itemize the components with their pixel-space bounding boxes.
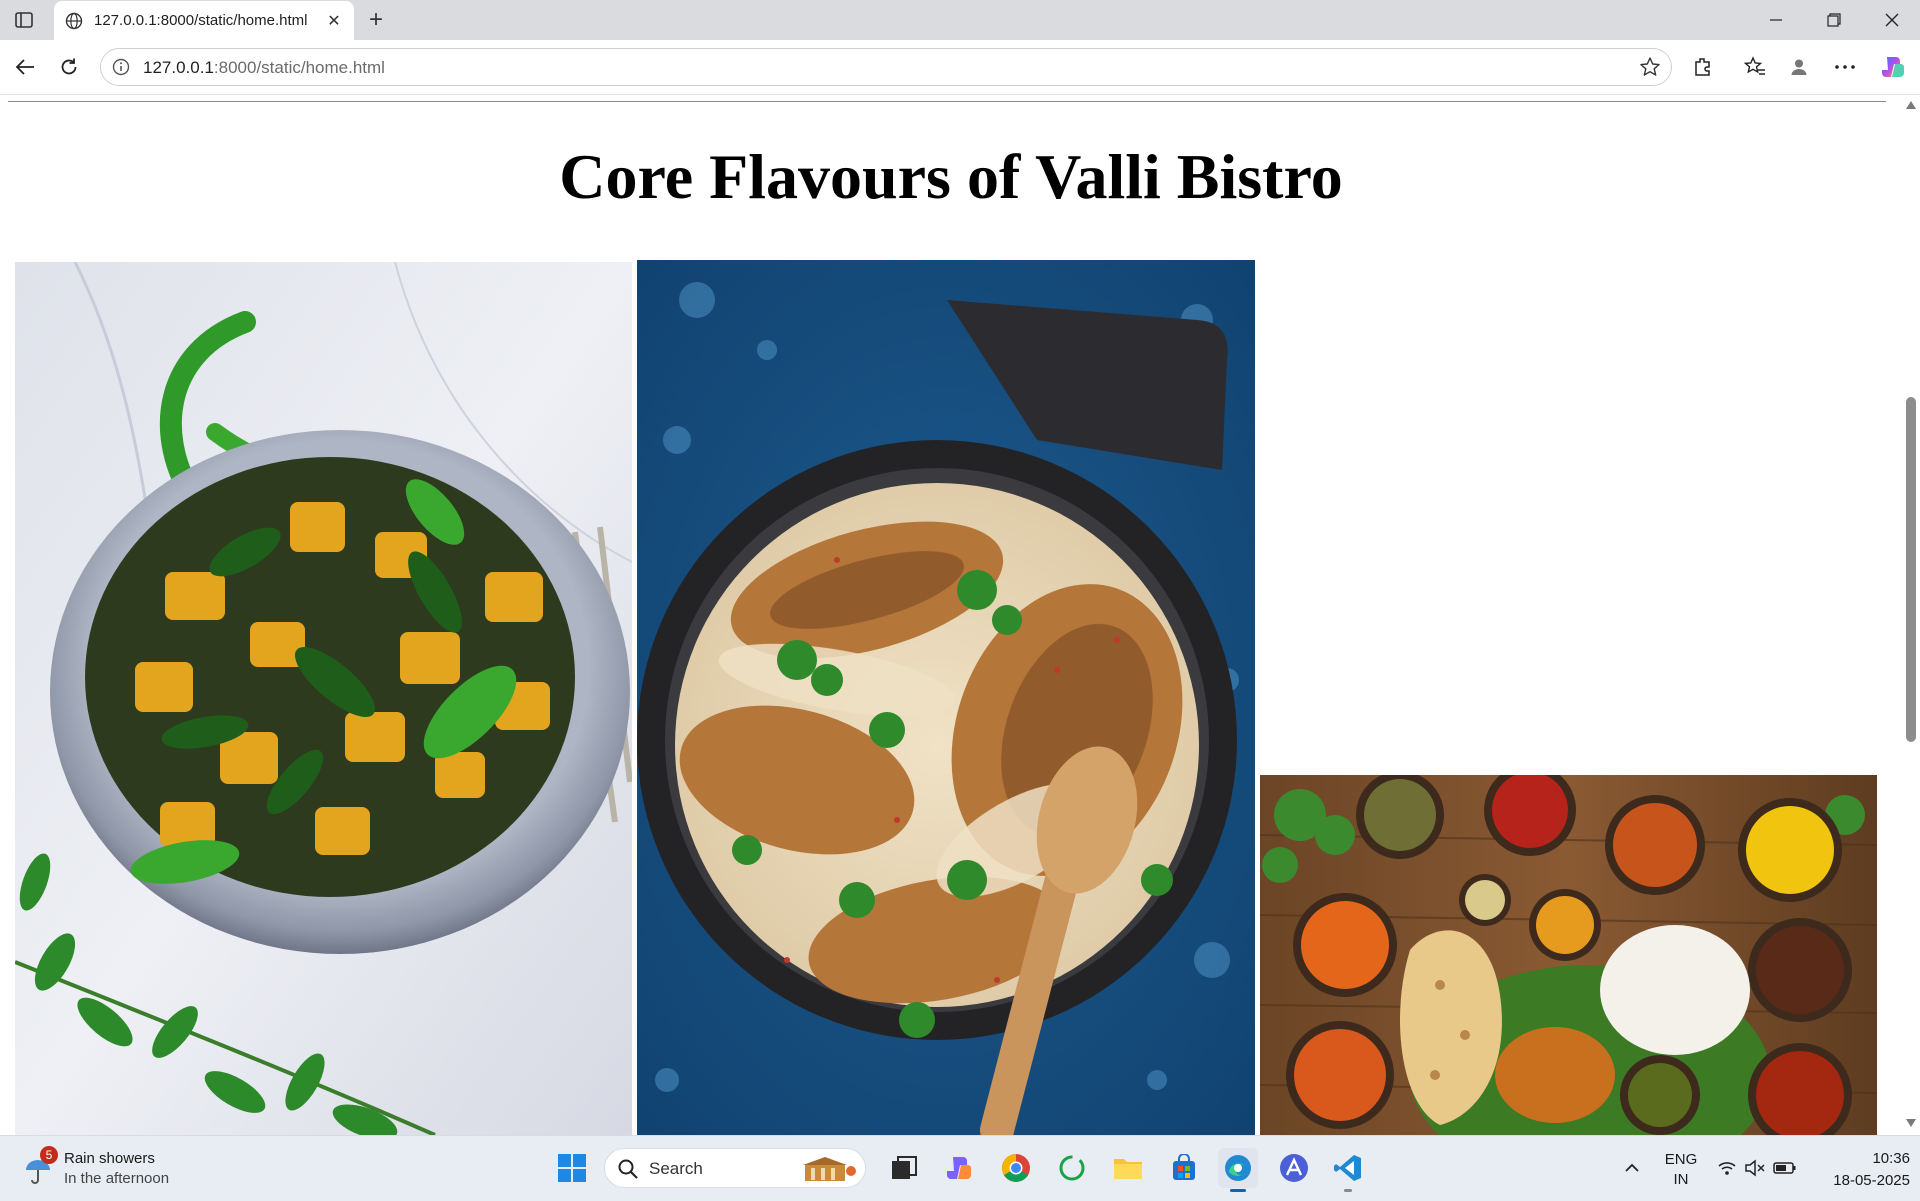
profile-icon[interactable] [1782,50,1816,84]
scroll-thumb[interactable] [1906,397,1916,742]
star-icon[interactable] [1639,56,1661,78]
favorites-icon[interactable] [1738,50,1772,84]
chevron-up-icon[interactable] [1612,1148,1652,1188]
active-indicator [1230,1189,1246,1192]
affinity-icon[interactable] [1274,1148,1314,1188]
scroll-up-icon[interactable] [1906,101,1916,109]
horizontal-rule [8,101,1886,102]
tab-title: 127.0.0.1:8000/static/home.html [94,12,308,29]
language-bottom[interactable]: IN [1664,1171,1698,1188]
search-highlight-icon [803,1157,856,1181]
back-arrow-icon[interactable] [8,50,42,84]
clock-time[interactable]: 10:36 [1812,1150,1910,1167]
tab-strip: 127.0.0.1:8000/static/home.html ✕ + [0,0,1920,40]
sidebar-toggle-icon[interactable] [10,8,38,32]
battery-icon[interactable] [1770,1148,1800,1188]
volume-muted-icon[interactable] [1742,1148,1768,1188]
wifi-icon[interactable] [1714,1148,1740,1188]
close-icon[interactable]: ✕ [324,11,344,31]
clock-date[interactable]: 18-05-2025 [1812,1172,1910,1189]
url-host: 127.0.0.1 [143,58,214,77]
edge-icon[interactable] [1218,1148,1258,1192]
windows-taskbar: 5 Rain showers In the afternoon Search E… [0,1135,1920,1201]
language-top[interactable]: ENG [1664,1151,1698,1168]
scroll-down-icon[interactable] [1906,1119,1916,1127]
running-indicator [1344,1189,1352,1192]
navigation-bar: 127.0.0.1:8000/static/home.html [0,40,1920,95]
url-path: :8000/static/home.html [213,58,385,77]
active-tab[interactable]: 127.0.0.1:8000/static/home.html ✕ [54,1,354,40]
address-bar[interactable]: 127.0.0.1:8000/static/home.html [100,48,1672,86]
dish-image-stir-fry [15,262,632,1135]
copilot-icon[interactable] [1876,50,1910,84]
copilot-taskbar-icon[interactable] [940,1148,980,1188]
dish-image-thali-spread [1260,775,1877,1135]
windows-start-icon[interactable] [552,1148,592,1188]
dish-image-creamy-chicken [637,260,1255,1135]
refresh-app-icon[interactable] [1052,1148,1092,1188]
taskbar-search[interactable]: Search [604,1148,866,1188]
url-text[interactable]: 127.0.0.1:8000/static/home.html [143,58,385,78]
weather-subtitle: In the afternoon [64,1170,170,1187]
weather-widget[interactable]: 5 Rain showers In the afternoon [22,1146,222,1192]
vscode-icon[interactable] [1328,1148,1368,1192]
file-explorer-icon[interactable] [1108,1148,1148,1188]
task-view-icon[interactable] [884,1148,924,1188]
search-label: Search [649,1159,703,1178]
search-icon [618,1159,638,1179]
info-icon[interactable] [111,57,131,77]
page-viewport: Core Flavours of Valli Bistro [0,95,1920,1135]
page-title: Core Flavours of Valli Bistro [559,141,1343,212]
page-scrollbar[interactable] [1902,95,1920,1135]
window-close-icon[interactable] [1864,0,1920,40]
refresh-icon[interactable] [52,50,86,84]
more-icon[interactable] [1828,50,1862,84]
extensions-icon[interactable] [1686,50,1720,84]
weather-alert-badge: 5 [40,1146,58,1164]
globe-icon [64,11,84,31]
restore-icon[interactable] [1806,0,1862,40]
chrome-icon[interactable] [996,1148,1036,1188]
plus-icon[interactable]: + [362,6,390,34]
weather-title: Rain showers [64,1150,155,1167]
minimize-icon[interactable] [1748,0,1804,40]
store-icon[interactable] [1164,1148,1204,1188]
